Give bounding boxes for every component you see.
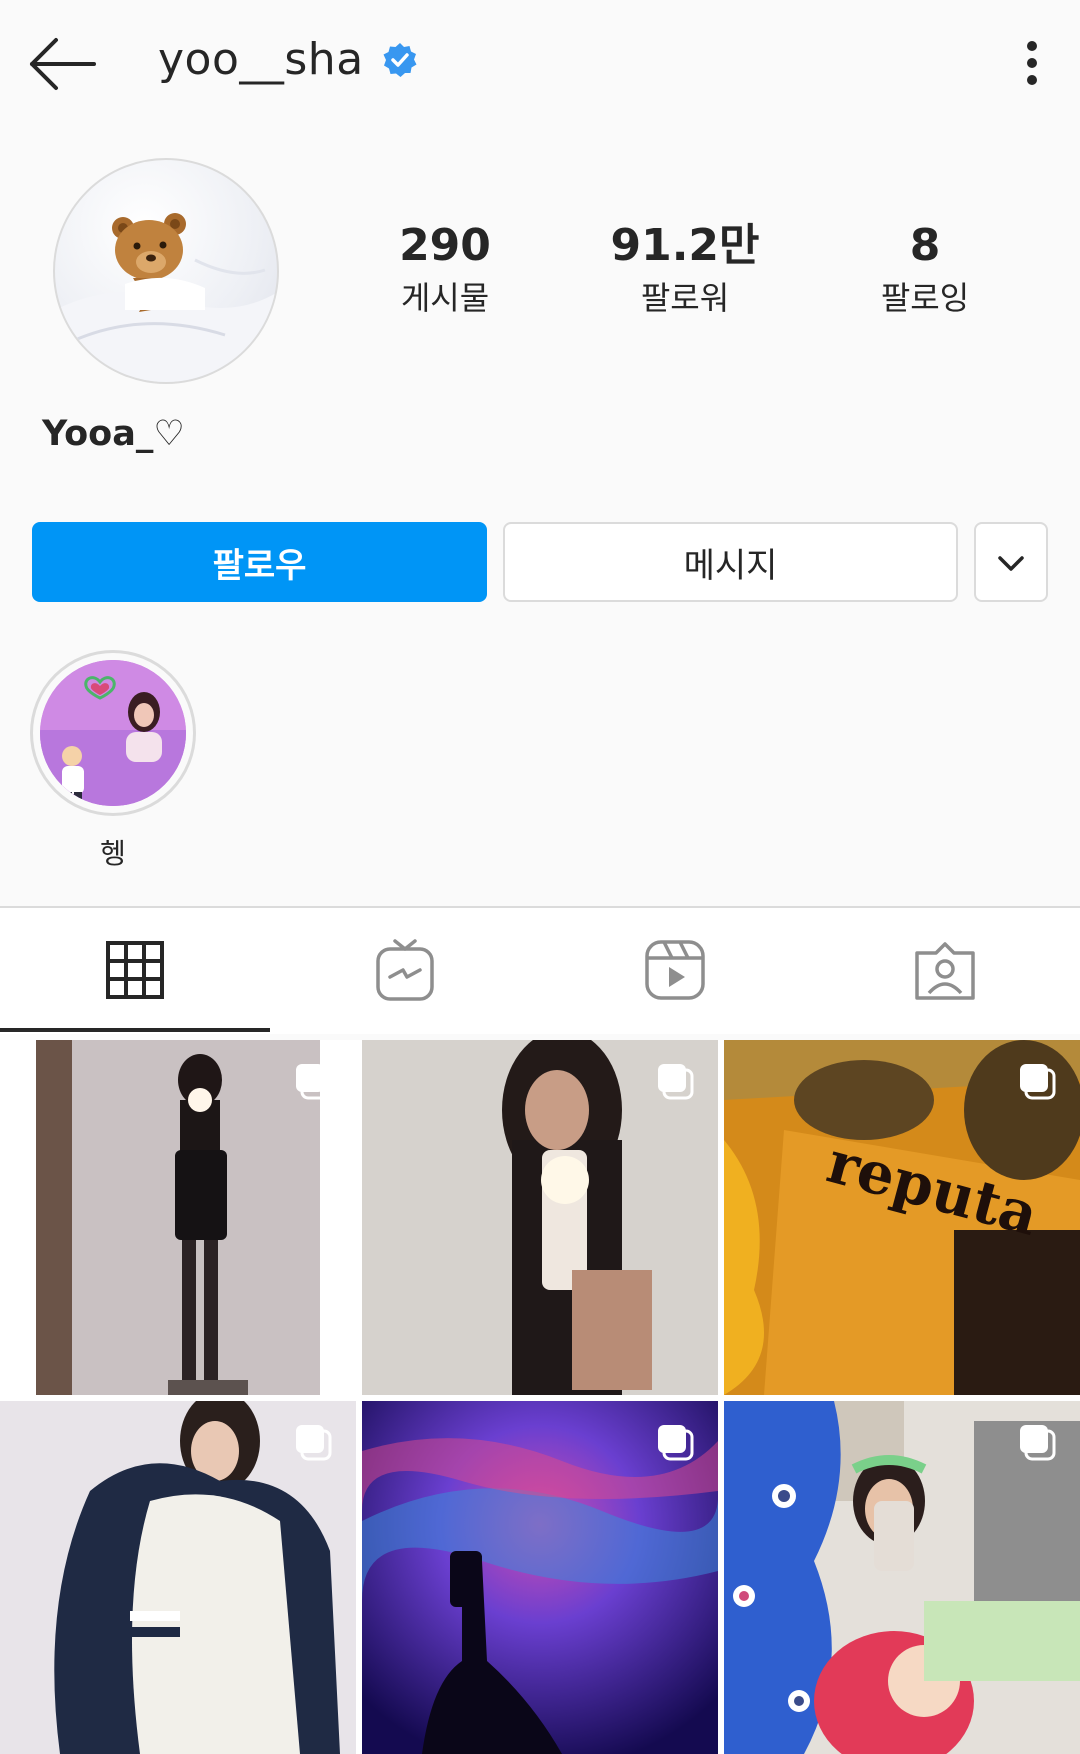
post-thumbnail[interactable] xyxy=(724,1401,1080,1754)
message-button[interactable]: 메시지 xyxy=(503,522,958,602)
following-label: 팔로잉 xyxy=(880,279,970,317)
post-thumbnail[interactable] xyxy=(362,1040,718,1395)
tab-tagged[interactable] xyxy=(810,908,1080,1036)
stat-posts[interactable]: 290 게시물 xyxy=(325,218,565,322)
following-count: 8 xyxy=(909,220,941,271)
post-thumbnail[interactable] xyxy=(362,1401,718,1754)
story-highlight[interactable]: 헹 xyxy=(30,650,196,872)
followers-count: 91.2만 xyxy=(610,220,760,271)
igtv-icon xyxy=(375,937,435,1007)
more-vertical-icon[interactable] xyxy=(1024,40,1040,86)
post-thumbnail[interactable]: reputa xyxy=(724,1040,1080,1395)
post-thumbnail[interactable] xyxy=(0,1401,356,1754)
reels-icon xyxy=(644,939,706,1005)
multiple-photos-icon xyxy=(656,1423,696,1463)
multiple-photos-icon xyxy=(294,1062,334,1102)
highlight-label: 헹 xyxy=(100,837,126,870)
username-header: yoo__sha xyxy=(158,34,418,85)
follow-button[interactable]: 팔로우 xyxy=(32,522,487,602)
profile-stats: 290 게시물 91.2만 팔로워 8 팔로잉 xyxy=(0,218,1080,328)
followers-label: 팔로워 xyxy=(640,279,730,317)
posts-count: 290 xyxy=(399,220,491,271)
active-tab-indicator xyxy=(0,1028,270,1032)
multiple-photos-icon xyxy=(1018,1062,1058,1102)
multiple-photos-icon xyxy=(656,1062,696,1102)
display-name: Yooa_♡ xyxy=(42,414,185,454)
tagged-icon xyxy=(914,939,976,1005)
post-grid: reputa xyxy=(0,1040,1080,1754)
highlight-ring xyxy=(30,650,196,816)
multiple-photos-icon xyxy=(294,1423,334,1463)
top-bar: yoo__sha xyxy=(0,0,1080,130)
username: yoo__sha xyxy=(158,34,364,85)
tab-posts[interactable] xyxy=(0,908,270,1036)
posts-label: 게시물 xyxy=(400,279,490,317)
suggested-dropdown-button[interactable] xyxy=(974,522,1048,602)
post-thumbnail[interactable] xyxy=(0,1040,356,1395)
arrow-left-icon[interactable] xyxy=(28,36,98,92)
tab-igtv[interactable] xyxy=(270,908,540,1036)
stat-followers[interactable]: 91.2만 팔로워 xyxy=(565,218,805,322)
stat-following[interactable]: 8 팔로잉 xyxy=(805,218,1045,322)
profile-tabs xyxy=(0,906,1080,1034)
grid-icon xyxy=(105,940,165,1004)
tab-reels[interactable] xyxy=(540,908,810,1036)
multiple-photos-icon xyxy=(1018,1423,1058,1463)
verified-badge-icon xyxy=(382,42,418,78)
highlight-cover-image xyxy=(40,660,186,806)
profile-page: yoo__sha 290 게시물 91.2만 팔로워 8 팔로잉 Yooa_♡ … xyxy=(0,0,1080,1754)
chevron-down-icon xyxy=(997,542,1025,582)
